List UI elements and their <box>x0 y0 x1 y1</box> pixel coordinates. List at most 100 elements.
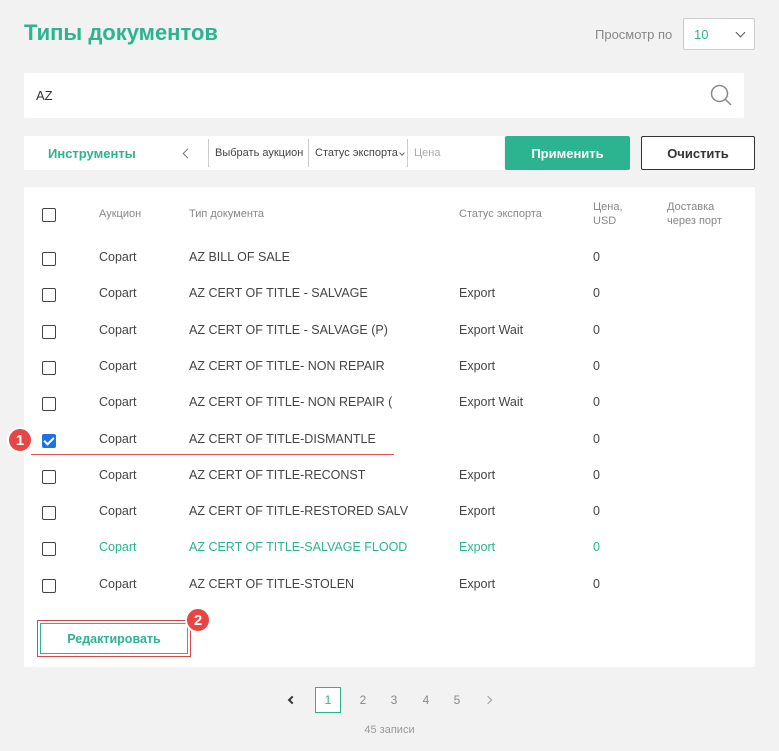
table-row[interactable]: Copart AZ CERT OF TITLE-RECONST Export 0 <box>24 467 755 503</box>
table-row[interactable]: Copart AZ CERT OF TITLE - SALVAGE Export 0 <box>24 285 755 321</box>
auction-select[interactable]: Выбрать аукцион <box>208 139 308 167</box>
tools-toggle[interactable]: Инструменты <box>24 146 166 161</box>
clear-button[interactable]: Очистить <box>641 136 755 170</box>
cell-auction: Copart <box>99 286 137 301</box>
table-row[interactable]: Copart AZ CERT OF TITLE-DISMANTLE 0 <box>24 431 755 467</box>
cell-auction: Copart <box>99 576 137 591</box>
table-row[interactable]: Copart AZ CERT OF TITLE- NON REPAIR ( Expo… <box>24 394 755 430</box>
table-row[interactable]: Copart AZ CERT OF TITLE-RESTORED SALV Expo… <box>24 503 755 539</box>
next-page-button[interactable] <box>475 687 501 713</box>
prev-page-button[interactable] <box>279 687 305 713</box>
cell-price: 0 <box>593 322 600 337</box>
collapse-toolbar-button[interactable] <box>166 136 208 170</box>
chevron-left-icon <box>287 695 297 705</box>
search-box <box>24 73 744 118</box>
filter-toolbar: Инструменты Выбрать аукцион Статус экспо… <box>24 136 504 170</box>
cell-export-status: Export <box>459 504 496 519</box>
view-per-page-select[interactable]: 10 <box>683 18 755 50</box>
export-status-select[interactable]: Статус экспорта <box>308 139 407 167</box>
cell-export-status: Export <box>459 540 496 555</box>
cell-price: 0 <box>593 358 600 373</box>
column-header-price: Цена, USD <box>593 201 623 227</box>
row-checkbox[interactable] <box>42 252 56 266</box>
column-header-export-status: Статус экспорта <box>459 208 542 220</box>
export-status-select-label: Статус экспорта <box>315 147 398 159</box>
cell-export-status: Export <box>459 286 496 301</box>
row-checkbox[interactable] <box>42 578 56 593</box>
cell-auction: Copart <box>99 358 137 373</box>
records-count: 45 записи <box>364 724 415 736</box>
cell-doc-type: AZ CERT OF TITLE- NON REPAIR ( <box>189 395 393 410</box>
cell-export-status: Export <box>459 358 496 373</box>
cell-price: 0 <box>593 250 600 264</box>
cell-doc-type: AZ CERT OF TITLE-SALVAGE FLOOD <box>189 540 408 555</box>
annotation-marker-2: 2 <box>185 607 211 633</box>
document-types-table: Аукцион Тип документа Статус экспорта Це… <box>24 187 755 667</box>
search-icon[interactable] <box>710 84 732 106</box>
cell-doc-type: AZ CERT OF TITLE- NON REPAIR <box>189 358 385 373</box>
cell-price: 0 <box>593 286 600 301</box>
edit-button-frame: Редактировать <box>37 620 191 657</box>
view-per-page-label: Просмотр по <box>595 27 673 42</box>
table-row[interactable]: Copart AZ CERT OF TITLE-STOLEN Export 0 <box>24 576 755 612</box>
page-button[interactable]: 3 <box>381 687 407 713</box>
cell-auction: Copart <box>99 395 137 410</box>
price-input[interactable]: Цена <box>407 139 504 167</box>
select-all-checkbox[interactable] <box>42 208 56 222</box>
cell-price: 0 <box>593 431 600 446</box>
cell-doc-type: AZ BILL OF SALE <box>189 250 290 264</box>
cell-auction: Copart <box>99 250 137 264</box>
cell-auction: Copart <box>99 540 137 555</box>
cell-doc-type: AZ CERT OF TITLE-RECONST <box>189 467 366 482</box>
cell-price: 0 <box>593 540 600 555</box>
cell-price: 0 <box>593 467 600 482</box>
cell-price: 0 <box>593 504 600 519</box>
chevron-right-icon <box>483 695 493 705</box>
table-row[interactable]: Copart AZ CERT OF TITLE- NON REPAIR Export… <box>24 358 755 394</box>
apply-button[interactable]: Применить <box>505 136 630 170</box>
column-header-auction: Аукцион <box>99 208 142 220</box>
cell-doc-type: AZ CERT OF TITLE-RESTORED SALV <box>189 504 409 519</box>
chevron-left-icon <box>182 148 192 158</box>
cell-doc-type: AZ CERT OF TITLE - SALVAGE (P) <box>189 322 388 337</box>
cell-doc-type: AZ CERT OF TITLE-DISMANTLE <box>189 431 376 446</box>
page-button[interactable]: 1 <box>315 687 341 713</box>
view-per-page-value: 10 <box>694 26 709 42</box>
page-button[interactable]: 4 <box>413 687 439 713</box>
cell-doc-type: AZ CERT OF TITLE - SALVAGE <box>189 286 368 301</box>
cell-auction: Copart <box>99 504 137 519</box>
selected-row-underline <box>31 454 394 455</box>
row-checkbox[interactable] <box>42 506 56 521</box>
price-placeholder: Цена <box>414 147 441 159</box>
page-title: Типы документов <box>24 20 218 45</box>
page-button[interactable]: 2 <box>350 687 376 713</box>
cell-export-status: Export Wait <box>459 395 524 410</box>
cell-doc-type: AZ CERT OF TITLE-STOLEN <box>189 576 355 591</box>
cell-export-status: Export <box>459 467 496 482</box>
row-checkbox[interactable] <box>42 288 56 303</box>
row-checkbox[interactable] <box>42 360 56 375</box>
row-checkbox[interactable] <box>42 397 56 412</box>
table-row[interactable]: Copart AZ BILL OF SALE 0 <box>24 249 755 285</box>
annotation-marker-1: 1 <box>7 427 33 453</box>
cell-price: 0 <box>593 395 600 410</box>
table-row[interactable]: Copart AZ CERT OF TITLE-SALVAGE FLOOD Expo… <box>24 539 755 575</box>
table-row[interactable]: Copart AZ CERT OF TITLE - SALVAGE (P) Expo… <box>24 322 755 358</box>
row-checkbox[interactable] <box>42 324 56 339</box>
edit-button[interactable]: Редактировать <box>40 623 188 654</box>
row-checkbox[interactable] <box>42 433 56 448</box>
search-input[interactable] <box>36 73 686 118</box>
column-header-doc-type: Тип документа <box>189 208 265 220</box>
column-header-delivery: Доставка через порт <box>667 201 722 227</box>
cell-auction: Copart <box>99 322 137 337</box>
pagination: 1 2 3 4 5 <box>0 687 779 713</box>
page-button[interactable]: 5 <box>444 687 470 713</box>
cell-auction: Copart <box>99 431 137 446</box>
auction-select-label: Выбрать аукцион <box>215 147 304 159</box>
chevron-down-icon <box>399 150 405 156</box>
cell-auction: Copart <box>99 467 137 482</box>
cell-export-status: Export Wait <box>459 322 524 337</box>
row-checkbox[interactable] <box>42 469 56 484</box>
chevron-down-icon <box>735 27 746 37</box>
row-checkbox[interactable] <box>42 542 56 557</box>
